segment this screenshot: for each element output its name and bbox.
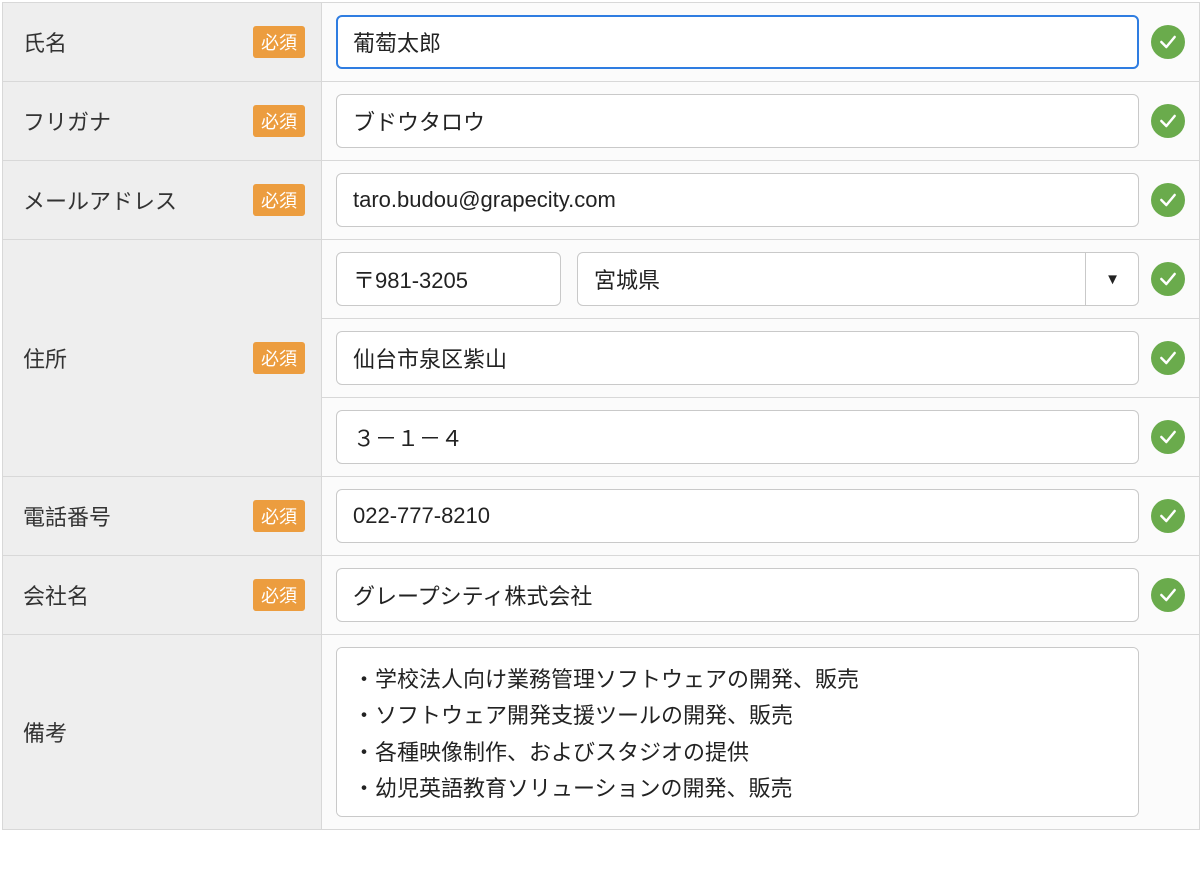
row-furigana: フリガナ 必須: [2, 82, 1200, 161]
required-badge: 必須: [253, 105, 305, 137]
furigana-input[interactable]: [336, 94, 1139, 148]
label-furigana: フリガナ: [23, 105, 111, 137]
label-name: 氏名: [23, 26, 67, 58]
postal-input[interactable]: [336, 252, 561, 306]
check-icon: [1151, 104, 1185, 138]
check-icon: [1151, 25, 1185, 59]
label-address: 住所: [23, 342, 67, 374]
row-phone: 電話番号 必須: [2, 477, 1200, 556]
city-input[interactable]: [336, 331, 1139, 385]
row-notes: 備考: [2, 635, 1200, 830]
input-cell-email: [322, 161, 1200, 240]
address-subrow-street: [322, 398, 1199, 476]
prefecture-select[interactable]: [577, 252, 1139, 306]
check-icon: [1151, 262, 1185, 296]
row-email: メールアドレス 必須: [2, 161, 1200, 240]
email-input[interactable]: [336, 173, 1139, 227]
label-company: 会社名: [23, 579, 89, 611]
label-cell-company: 会社名 必須: [2, 556, 322, 635]
label-cell-name: 氏名 必須: [2, 2, 322, 82]
company-input[interactable]: [336, 568, 1139, 622]
label-cell-phone: 電話番号 必須: [2, 477, 322, 556]
label-cell-email: メールアドレス 必須: [2, 161, 322, 240]
street-input[interactable]: [336, 410, 1139, 464]
address-subrow-postal: ▼: [322, 240, 1199, 319]
name-input[interactable]: [336, 15, 1139, 69]
check-icon: [1151, 578, 1185, 612]
phone-input[interactable]: [336, 489, 1139, 543]
required-badge: 必須: [253, 579, 305, 611]
label-cell-address: 住所 必須: [2, 240, 322, 477]
input-cell-address: ▼: [322, 240, 1200, 477]
row-name: 氏名 必須: [2, 2, 1200, 82]
required-badge: 必須: [253, 500, 305, 532]
required-badge: 必須: [253, 342, 305, 374]
row-address: 住所 必須 ▼: [2, 240, 1200, 477]
required-badge: 必須: [253, 26, 305, 58]
form-table: 氏名 必須 フリガナ 必須 メールアドレス 必須 住所: [2, 2, 1200, 830]
input-cell-phone: [322, 477, 1200, 556]
label-cell-furigana: フリガナ 必須: [2, 82, 322, 161]
address-subrow-city: [322, 319, 1199, 398]
check-icon: [1151, 499, 1185, 533]
row-company: 会社名 必須: [2, 556, 1200, 635]
input-cell-company: [322, 556, 1200, 635]
required-badge: 必須: [253, 184, 305, 216]
prefecture-select-wrap: ▼: [577, 252, 1139, 306]
label-cell-notes: 備考: [2, 635, 322, 830]
input-cell-furigana: [322, 82, 1200, 161]
label-email: メールアドレス: [23, 184, 177, 216]
label-notes: 備考: [23, 716, 67, 748]
check-icon: [1151, 341, 1185, 375]
notes-textarea[interactable]: [336, 647, 1139, 817]
input-cell-notes: [322, 635, 1200, 830]
input-cell-name: [322, 2, 1200, 82]
check-icon: [1151, 183, 1185, 217]
check-icon: [1151, 420, 1185, 454]
label-phone: 電話番号: [23, 500, 111, 532]
